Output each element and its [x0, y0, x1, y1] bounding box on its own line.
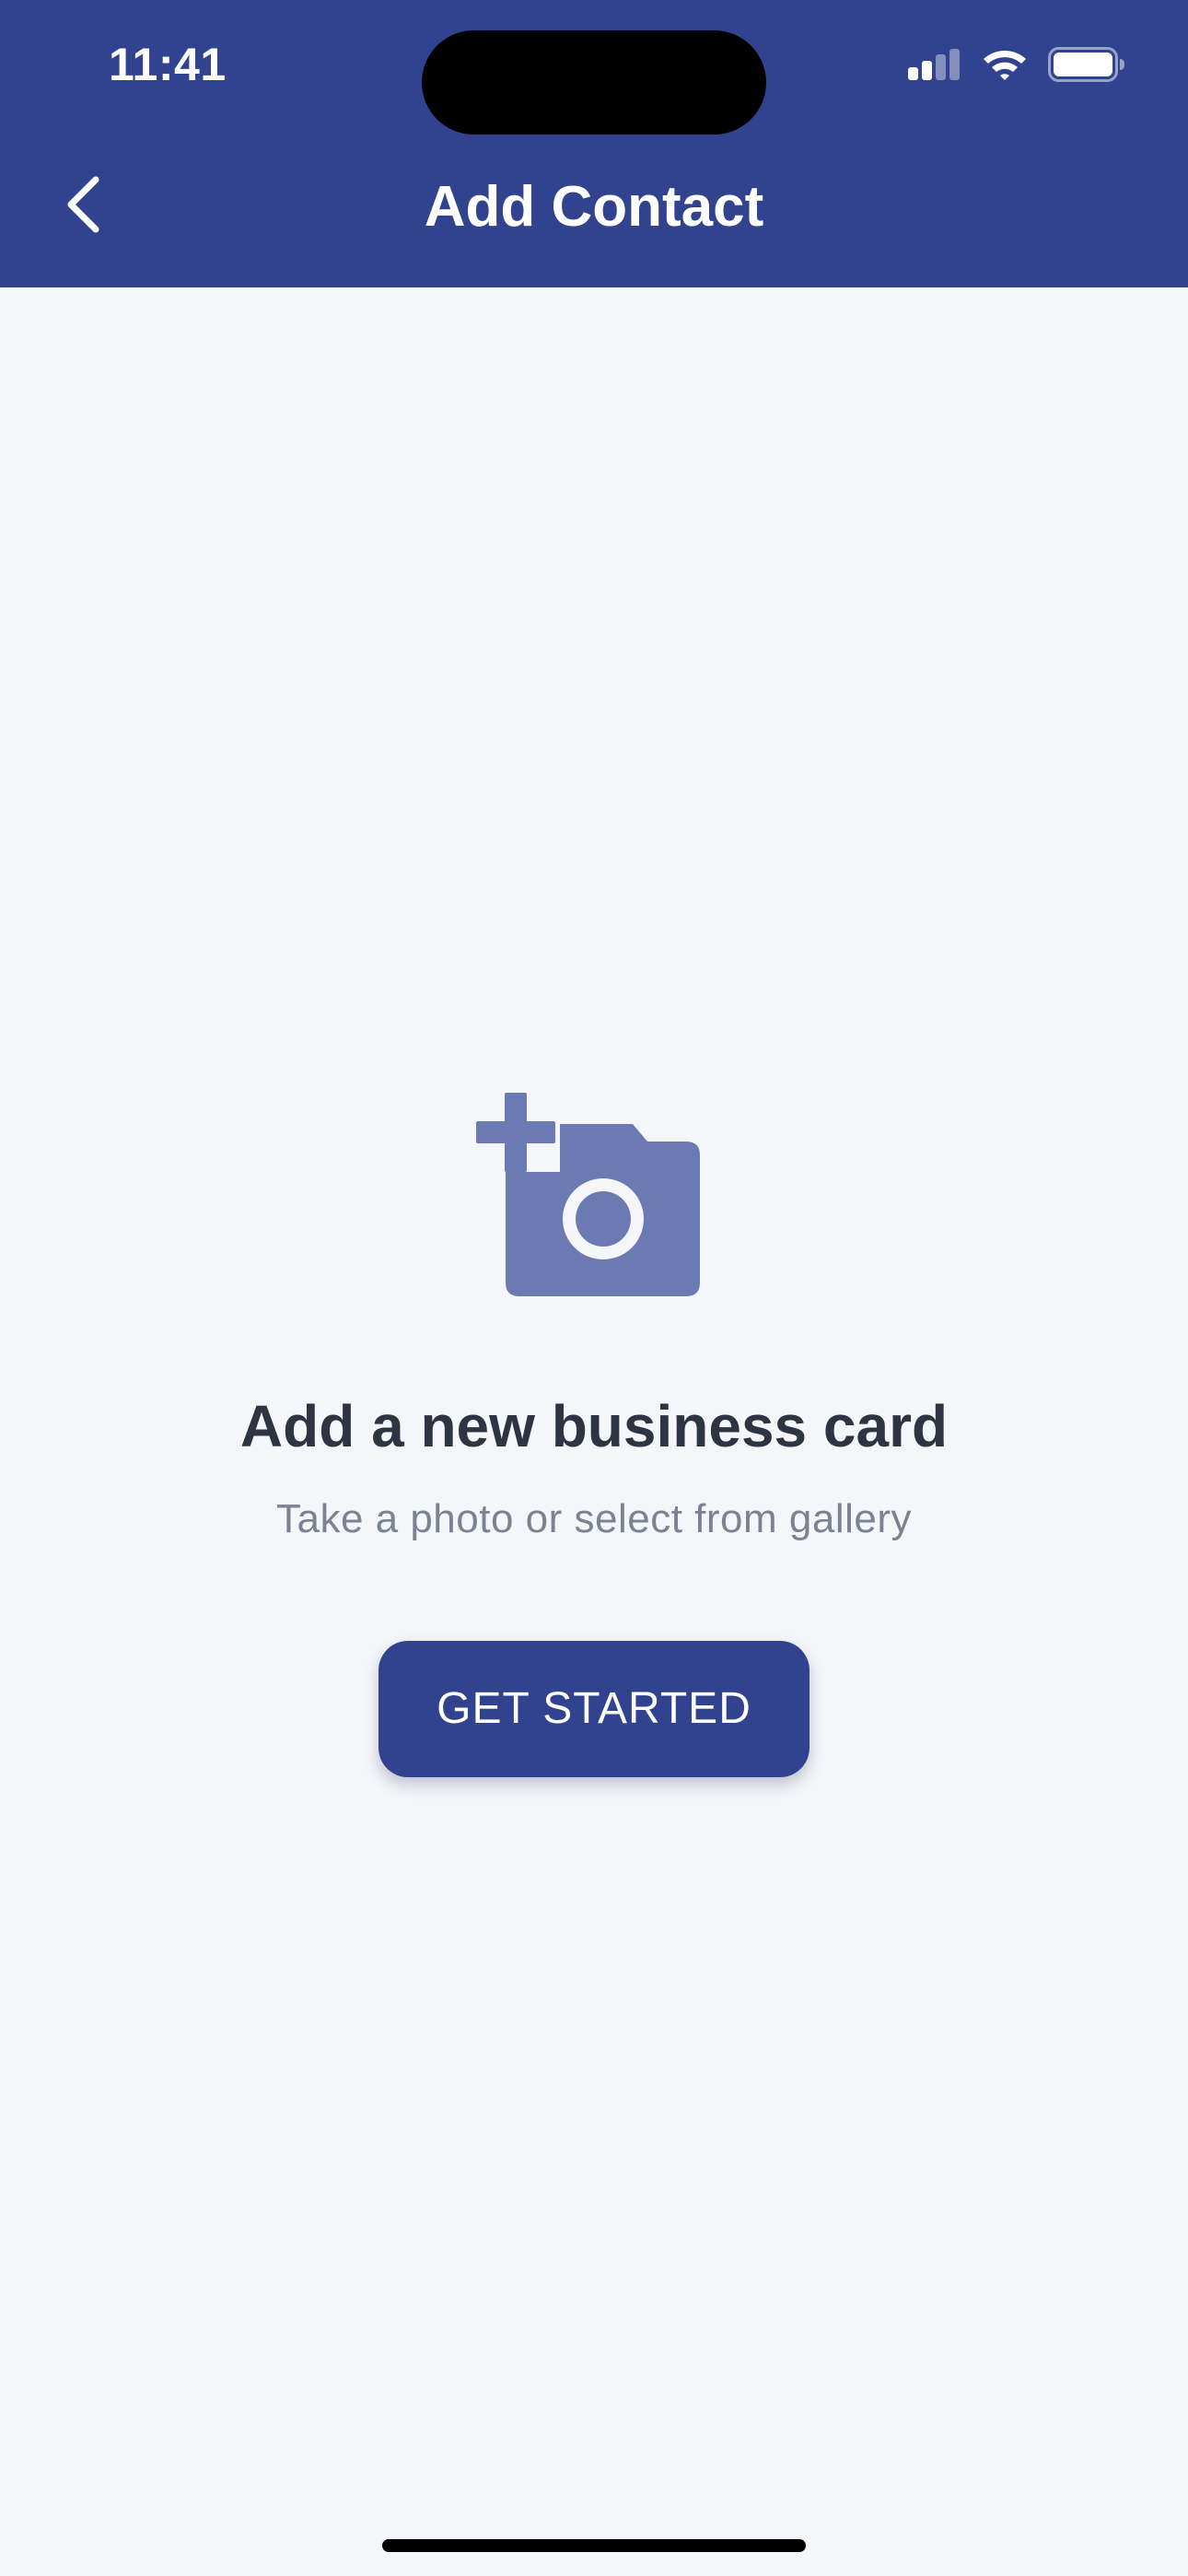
empty-state-title: Add a new business card [239, 1393, 949, 1459]
wifi-icon [984, 51, 1026, 80]
home-indicator [382, 2539, 806, 2552]
dynamic-island [422, 30, 766, 135]
cellular-signal-icon [908, 49, 960, 80]
add-a-photo-icon [476, 1093, 700, 1296]
page-title: Add Contact [424, 175, 764, 239]
battery-icon [1048, 47, 1124, 82]
status-bar-icons [908, 41, 1125, 88]
empty-state-subtitle: Take a photo or select from gallery [275, 1496, 913, 1541]
app-header: 11:41 Add Contact [0, 0, 1188, 287]
get-started-button[interactable]: GET STARTED [379, 1641, 809, 1777]
status-bar-time: 11:41 [109, 39, 227, 90]
